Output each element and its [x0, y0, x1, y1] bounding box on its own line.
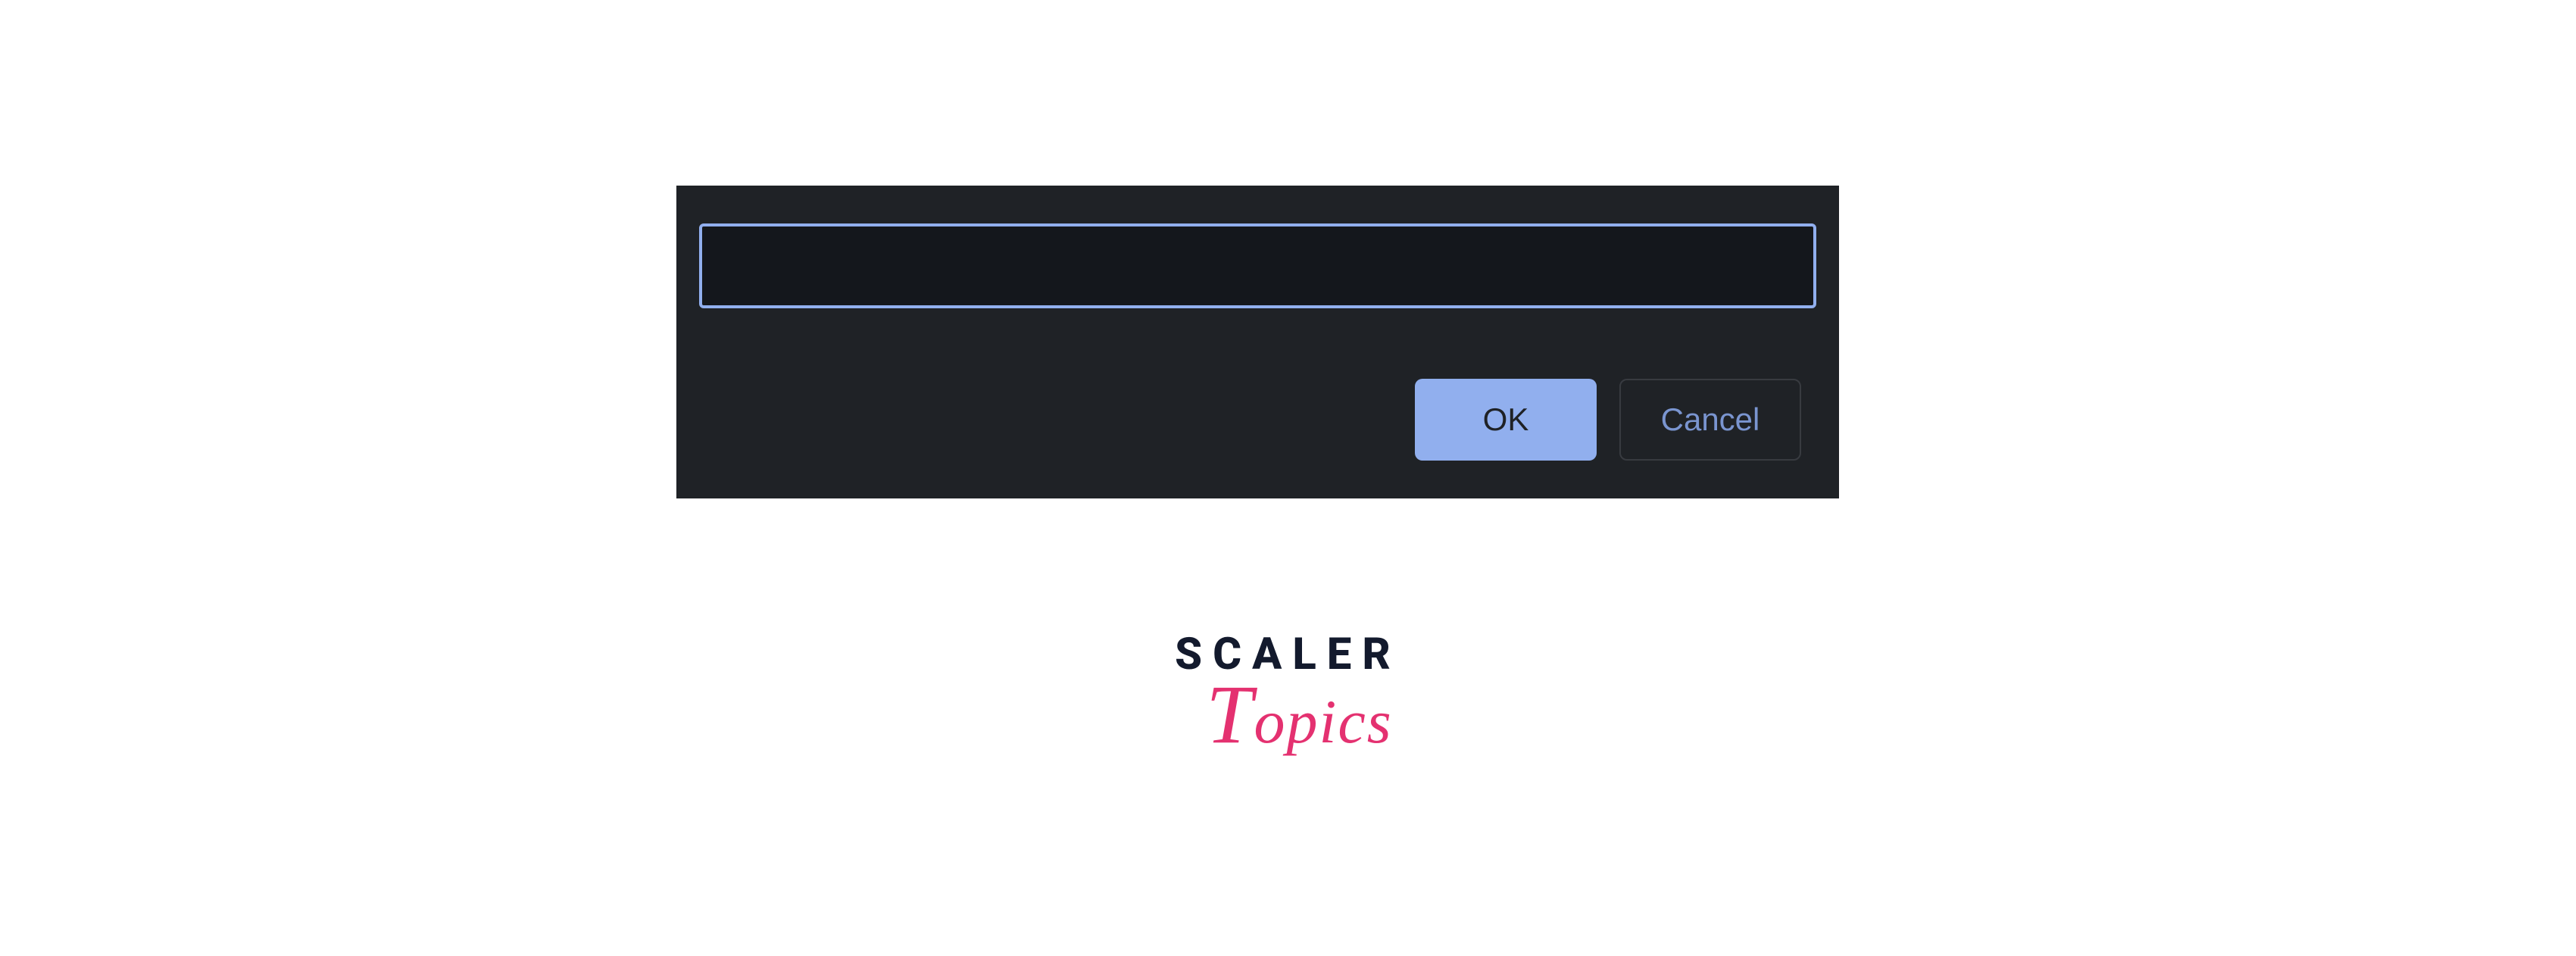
cancel-button[interactable]: Cancel	[1619, 379, 1801, 461]
ok-button[interactable]: OK	[1415, 379, 1597, 461]
dialog-button-row: OK Cancel	[699, 379, 1816, 476]
logo-text-topics: Topics	[1197, 667, 1401, 763]
prompt-input[interactable]	[699, 223, 1816, 308]
prompt-dialog: OK Cancel	[676, 186, 1839, 498]
brand-logo: SCALER Topics	[1175, 629, 1401, 763]
